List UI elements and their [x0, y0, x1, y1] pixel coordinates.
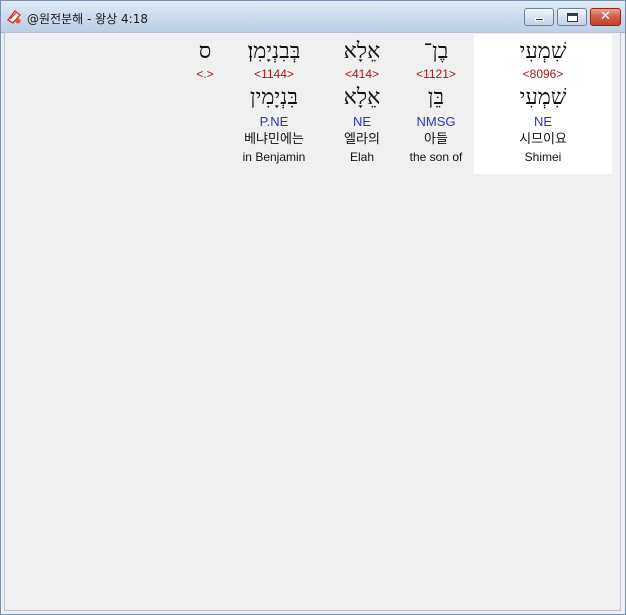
interlinear-panel: שִׁמְעִי <8096> שִׁמְעִי NE 시므이요 Shimei … — [4, 32, 621, 611]
maximize-icon — [567, 13, 578, 22]
morphology-code: NMSG — [416, 114, 456, 129]
app-icon[interactable] — [6, 9, 22, 25]
hebrew-word: אֵלָא — [343, 39, 381, 64]
maximize-button[interactable] — [557, 8, 587, 26]
minimize-icon — [535, 18, 544, 21]
english-gloss: in Benjamin — [242, 150, 306, 164]
strong-number[interactable]: <414> — [327, 67, 397, 82]
morphology-code: P.NE — [259, 114, 289, 129]
word-column-shimei[interactable]: שִׁמְעִי <8096> שִׁמְעִי NE 시므이요 Shimei — [473, 37, 613, 165]
hebrew-word: שִׁמְעִי — [519, 39, 567, 64]
strong-number[interactable]: <1144> — [227, 67, 321, 82]
hebrew-word: ס — [198, 39, 212, 64]
minimize-button[interactable] — [524, 8, 554, 26]
word-column-son[interactable]: בֶן־ <1121> בֵּן NMSG 아들 the son of — [397, 37, 475, 165]
english-gloss: Shimei — [524, 150, 562, 164]
app-window: @원전분해 - 왕상 4:18 ✕ שִׁמְעִי <8096> שִׁמְע… — [0, 0, 626, 615]
close-icon: ✕ — [600, 9, 611, 24]
korean-gloss: 엘라의 — [344, 132, 380, 147]
hebrew-lemma: בִּנְיָמִין — [250, 85, 298, 110]
hebrew-lemma: שִׁמְעִי — [519, 85, 567, 110]
korean-gloss: 베냐민에는 — [244, 132, 304, 147]
window-title: @원전분해 - 왕상 4:18 — [27, 12, 148, 26]
strong-number[interactable]: <8096> — [473, 67, 613, 82]
hebrew-word: בֶן־ — [423, 39, 449, 64]
word-column-benjamin[interactable]: בְּבִנְיָמִן׃ <1144> בִּנְיָמִין P.NE 베냐… — [227, 37, 321, 165]
title-bar[interactable]: @원전분해 - 왕상 4:18 ✕ — [1, 1, 625, 33]
morphology-code: NE — [352, 114, 372, 129]
english-gloss: Elah — [349, 150, 375, 164]
strong-number[interactable]: <1121> — [397, 67, 475, 82]
hebrew-word: בְּבִנְיָמִן׃ — [247, 39, 301, 64]
word-column-paragraph-marker[interactable]: ס <.> — [185, 37, 225, 82]
morphology-code: NE — [533, 114, 553, 129]
strong-number[interactable]: <.> — [185, 67, 225, 82]
english-gloss: the son of — [409, 150, 463, 164]
word-column-elah[interactable]: אֵלָא <414> אֵלָא NE 엘라의 Elah — [327, 37, 397, 165]
korean-gloss: 시므이요 — [519, 132, 567, 147]
korean-gloss: 아들 — [424, 132, 448, 147]
close-button[interactable]: ✕ — [590, 8, 621, 26]
hebrew-lemma: בֵּן — [427, 85, 445, 110]
hebrew-lemma: אֵלָא — [343, 85, 381, 110]
